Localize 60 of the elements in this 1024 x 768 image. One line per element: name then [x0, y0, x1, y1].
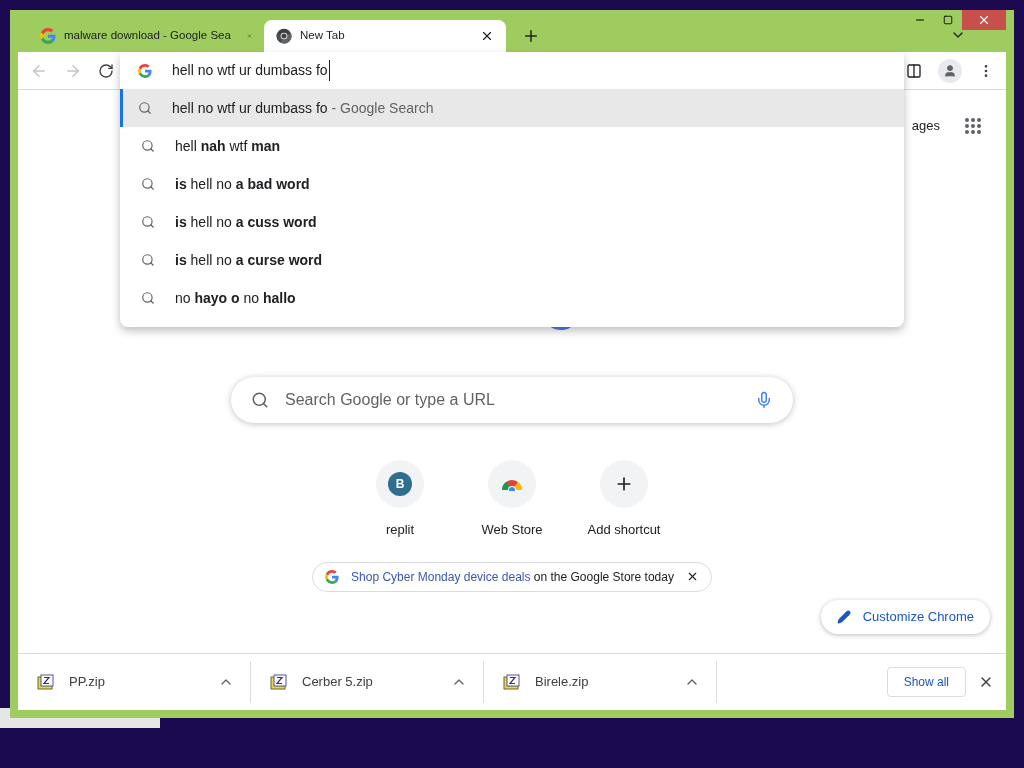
address-bar[interactable]: hell no wtf ur dumbass fo: [120, 52, 904, 89]
new-tab-icon[interactable]: [522, 27, 540, 45]
search-icon: [141, 291, 155, 305]
suggestion-text: no hayo o no hallo: [175, 288, 296, 308]
shortcut-tile[interactable]: Add shortcut: [568, 456, 680, 540]
promo-link[interactable]: Shop Cyber Monday device deals: [351, 569, 531, 584]
customize-chrome-button[interactable]: Customize Chrome: [820, 599, 990, 634]
suggestion-text: is hell no a curse word: [175, 250, 323, 270]
shortcut-tile[interactable]: B replit: [344, 456, 456, 540]
search-icon: [141, 177, 155, 191]
promo-text: Shop Cyber Monday device deals on the Google Store today: [351, 568, 674, 586]
file-name: Cerber 5.zip: [302, 673, 374, 692]
google-logo-icon: [40, 28, 56, 44]
suggestion-text: is hell no a bad word: [175, 174, 310, 194]
apps-grid-icon[interactable]: [964, 117, 982, 135]
suggestion-item[interactable]: hell nah wtf man: [120, 127, 904, 165]
suggestion-item[interactable]: hell no wtf ur dumbass fo - Google Search: [120, 89, 904, 127]
download-item[interactable]: PP.zip: [18, 661, 251, 703]
shortcut-label: replit: [385, 521, 415, 539]
search-icon: [251, 391, 269, 409]
search-icon: [141, 139, 155, 153]
suggestion-item[interactable]: is hell no a bad word: [120, 165, 904, 203]
browser-tab[interactable]: New Tab: [264, 20, 506, 52]
suggestion-text: is hell no a cuss word: [175, 212, 317, 232]
file-name: PP.zip: [69, 673, 106, 692]
shortcut-label: Add shortcut: [587, 521, 661, 539]
search-icon: [138, 101, 152, 115]
shortcut-tile[interactable]: Web Store: [456, 456, 568, 540]
search-field[interactable]: Search Google or type a URL: [231, 377, 793, 423]
shortcut-label: Web Store: [481, 521, 543, 539]
profile-avatar[interactable]: [938, 58, 962, 83]
address-text: hell no wtf ur dumbass fo: [172, 60, 330, 81]
browser-tab[interactable]: malware download - Google Sea: [28, 20, 264, 52]
site-letter-icon: B: [388, 472, 412, 496]
download-item[interactable]: Cerber 5.zip: [251, 661, 484, 703]
close-icon[interactable]: [480, 29, 494, 43]
maximize-icon[interactable]: [943, 15, 953, 25]
suggestion-item[interactable]: no hayo o no hallo: [120, 279, 904, 317]
archive-file-icon: [37, 674, 55, 690]
tab-title: malware download - Google Sea: [64, 28, 231, 44]
suggestion-item[interactable]: is hell no a cuss word: [120, 203, 904, 241]
archive-file-icon: [503, 674, 521, 690]
suggestion-text: hell no wtf ur dumbass fo - Google Search: [172, 98, 434, 118]
images-link[interactable]: ages: [911, 116, 940, 136]
chrome-logo-icon: [276, 28, 292, 44]
web-store-icon: [501, 477, 523, 491]
download-item[interactable]: Birele.zip: [484, 661, 717, 703]
microphone-icon[interactable]: [755, 391, 773, 409]
tab-title: New Tab: [300, 28, 345, 44]
search-icon: [141, 253, 155, 267]
suggestion-item[interactable]: is hell no a curse word: [120, 241, 904, 279]
suggestion-text: hell nah wtf man: [175, 136, 281, 156]
show-all-button[interactable]: Show all: [886, 667, 966, 697]
reload-icon[interactable]: [98, 62, 114, 79]
file-name: Birele.zip: [535, 673, 590, 692]
side-panel-icon[interactable]: [906, 62, 922, 79]
pencil-icon: [836, 609, 851, 624]
search-icon: [141, 215, 155, 229]
google-logo-icon: [138, 63, 152, 78]
archive-file-icon: [270, 674, 288, 690]
